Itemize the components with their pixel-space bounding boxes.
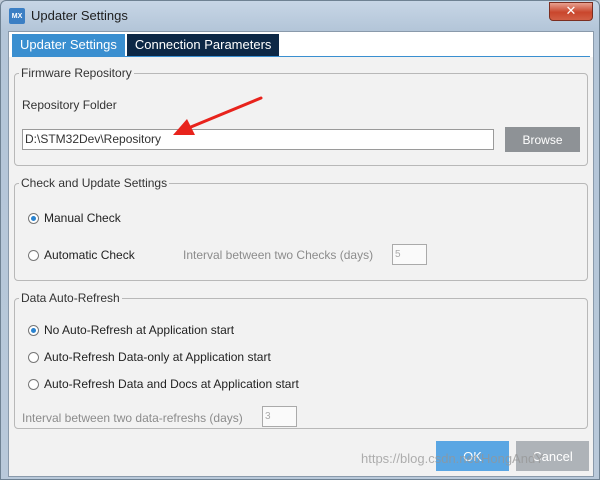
updater-settings-window: MX Updater Settings ✕ Updater Settings C…	[0, 0, 600, 480]
annotation-arrow-icon	[173, 96, 263, 135]
watermark-text: https://blog.csdn.net/HongAndY	[361, 451, 544, 466]
